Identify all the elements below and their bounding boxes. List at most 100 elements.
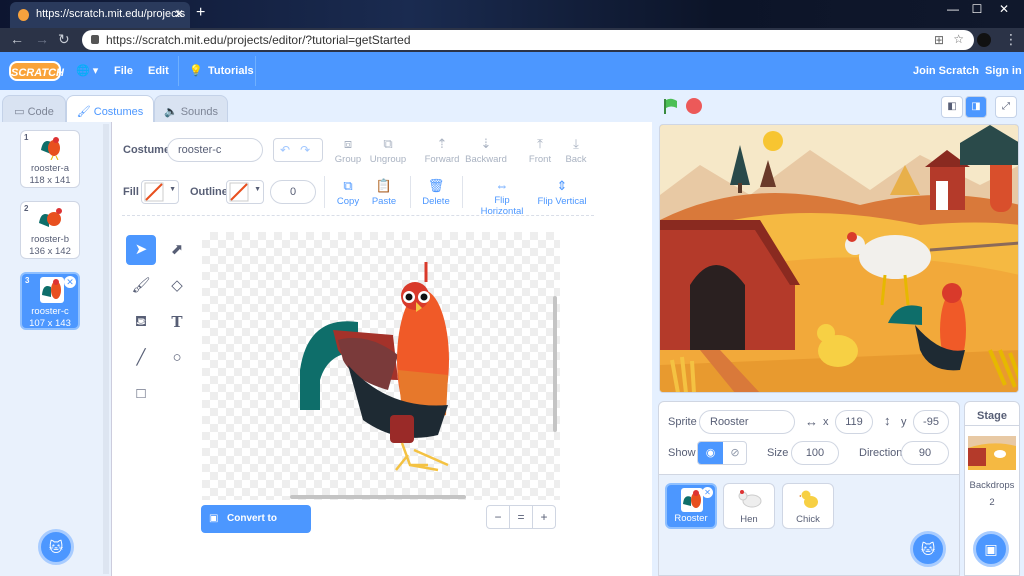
url-field[interactable]: https://scratch.mit.edu/projects/editor/… xyxy=(82,30,974,50)
language-menu[interactable]: 🌐 ▾ xyxy=(76,52,98,90)
small-stage-icon: ◧ xyxy=(947,101,957,112)
minimize-button[interactable]: — xyxy=(942,2,964,16)
line-tool[interactable]: ╱ xyxy=(126,343,156,373)
eye-visible-icon[interactable]: ◉ xyxy=(698,442,723,464)
sprite-name-input[interactable]: Rooster xyxy=(699,410,795,434)
new-tab-button[interactable]: + xyxy=(196,4,205,22)
back-label: Back xyxy=(565,154,587,165)
tab-close-icon[interactable]: ✕ xyxy=(174,7,184,21)
small-stage-button[interactable]: ◧ xyxy=(941,96,963,118)
backdrop-plus-icon: ▣ xyxy=(984,541,998,557)
reshape-tool[interactable]: ⬈ xyxy=(162,235,192,265)
forward-button[interactable]: → xyxy=(35,31,49,47)
outline-width-input[interactable]: 0 xyxy=(270,180,316,204)
close-window-button[interactable]: ✕ xyxy=(993,2,1015,16)
browser-tab[interactable]: https://scratch.mit.edu/projects ✕ xyxy=(10,2,190,28)
normal-stage-icon: ◨ xyxy=(971,101,981,112)
zoom-reset-button[interactable]: = xyxy=(509,505,533,529)
backward-layer-button[interactable]: ⇣ Backward xyxy=(464,136,508,165)
eraser-icon: ◇ xyxy=(171,277,183,294)
translate-icon[interactable]: ⊞ xyxy=(934,33,944,47)
costume-list-scrollbar[interactable] xyxy=(103,124,109,574)
canvas-horizontal-scrollbar[interactable] xyxy=(290,495,466,499)
edit-menu[interactable]: Edit xyxy=(148,52,169,90)
fill-color-picker[interactable]: ▼ xyxy=(141,180,179,204)
select-tool[interactable]: ➤ xyxy=(126,235,156,265)
size-input[interactable]: 100 xyxy=(791,441,839,465)
redo-icon[interactable]: ↷ xyxy=(300,143,310,157)
y-input[interactable]: -95 xyxy=(913,410,949,434)
join-scratch-link[interactable]: Join Scratch xyxy=(913,52,979,90)
group-button[interactable]: ⧈ Group xyxy=(333,136,363,165)
tutorials-menu[interactable]: Tutorials xyxy=(208,52,254,90)
zoom-in-button[interactable]: + xyxy=(532,505,556,529)
backward-icon: ⇣ xyxy=(480,136,492,151)
tab-code[interactable]: ▭ Code xyxy=(2,95,66,123)
delete-button[interactable]: 🗑 Delete xyxy=(420,178,452,207)
costume-item-1[interactable]: 1 rooster-a 118 x 141 xyxy=(20,130,80,188)
text-tool[interactable]: T xyxy=(162,307,192,337)
stage-title: Stage xyxy=(977,410,1007,422)
costume-name-input[interactable]: rooster-c xyxy=(167,138,263,162)
y-arrows-icon: ↕ xyxy=(884,413,891,428)
rooster-thumb-icon xyxy=(40,277,64,303)
delete-costume-icon[interactable]: ✕ xyxy=(64,276,76,288)
rectangle-tool[interactable]: □ xyxy=(126,379,156,409)
x-input[interactable]: 119 xyxy=(835,410,873,434)
forward-layer-button[interactable]: ⇡ Forward xyxy=(424,136,460,165)
delete-sprite-icon[interactable]: ✕ xyxy=(702,487,713,498)
back-button[interactable]: ← xyxy=(10,31,24,47)
rooster-costume-drawing xyxy=(300,262,449,472)
flip-horizontal-button[interactable]: ⇔ Flip Horizontal xyxy=(472,178,532,217)
sign-in-link[interactable]: Sign in xyxy=(985,52,1022,90)
paint-canvas[interactable] xyxy=(202,232,560,500)
convert-to-bitmap-button[interactable]: ▣ Convert to Bitmap xyxy=(201,505,311,552)
maximize-button[interactable]: ☐ xyxy=(966,2,988,16)
eraser-tool[interactable]: ◇ xyxy=(162,271,192,301)
choose-sprite-button[interactable]: 🐱 xyxy=(910,531,946,567)
flip-vertical-button[interactable]: ⇕ Flip Vertical xyxy=(537,178,587,207)
normal-stage-button[interactable]: ◨ xyxy=(965,96,987,118)
fill-tool[interactable]: ⛾ xyxy=(126,307,156,337)
tab-sounds-label: Sounds xyxy=(180,106,219,118)
green-flag-icon[interactable] xyxy=(662,97,680,115)
bookmark-star-icon[interactable]: ☆ xyxy=(953,32,964,46)
canvas-vertical-scrollbar[interactable] xyxy=(553,296,557,432)
costume-item-3[interactable]: 3 ✕ rooster-c 107 x 143 xyxy=(20,272,80,330)
ungroup-button[interactable]: ⧉ Ungroup xyxy=(369,136,407,165)
brush-tool[interactable]: 🖌 xyxy=(126,271,156,301)
paste-label: Paste xyxy=(371,196,397,207)
zoom-out-button[interactable]: − xyxy=(486,505,510,529)
front-button[interactable]: ⤒ Front xyxy=(527,136,553,165)
direction-input[interactable]: 90 xyxy=(901,441,949,465)
eye-hidden-icon[interactable]: ⊘ xyxy=(723,442,746,464)
undo-icon[interactable]: ↶ xyxy=(280,143,290,157)
tab-sounds[interactable]: 🔈 Sounds xyxy=(154,95,228,123)
bulb-icon: 💡 xyxy=(189,65,203,77)
reload-button[interactable]: ↻ xyxy=(58,31,70,48)
costume-number: 1 xyxy=(24,133,29,142)
paste-button[interactable]: 📋 Paste xyxy=(368,178,400,207)
stage-canvas[interactable] xyxy=(659,124,1019,393)
sprite-item-rooster[interactable]: ✕ Rooster xyxy=(665,483,717,529)
choose-costume-button[interactable]: 🐱 xyxy=(38,529,74,565)
flip-horizontal-icon: ⇔ xyxy=(495,178,509,193)
stop-icon[interactable] xyxy=(686,98,702,114)
back-button[interactable]: ⤓ Back xyxy=(563,136,589,165)
choose-backdrop-button[interactable]: ▣ xyxy=(973,531,1009,567)
toolbar-separator xyxy=(122,215,594,216)
file-menu[interactable]: File xyxy=(114,52,133,90)
tab-title: https://scratch.mit.edu/projects xyxy=(36,8,186,20)
scratch-logo[interactable]: SCRATCH xyxy=(9,61,64,81)
costume-number: 3 xyxy=(25,276,30,285)
tab-costumes[interactable]: 🖌 Costumes xyxy=(66,95,154,124)
circle-tool[interactable]: ○ xyxy=(162,343,192,373)
sprite-item-chick[interactable]: Chick xyxy=(782,483,834,529)
sprite-item-hen[interactable]: Hen xyxy=(723,483,775,529)
copy-button[interactable]: ⧉ Copy xyxy=(333,178,363,207)
costume-item-2[interactable]: 2 rooster-b 136 x 142 xyxy=(20,201,80,259)
outline-color-picker[interactable]: ▼ xyxy=(226,180,264,204)
fullscreen-button[interactable]: ⤢ xyxy=(995,96,1017,118)
browser-menu-icon[interactable]: ⋮ xyxy=(1004,31,1018,48)
profile-avatar[interactable] xyxy=(977,33,991,47)
